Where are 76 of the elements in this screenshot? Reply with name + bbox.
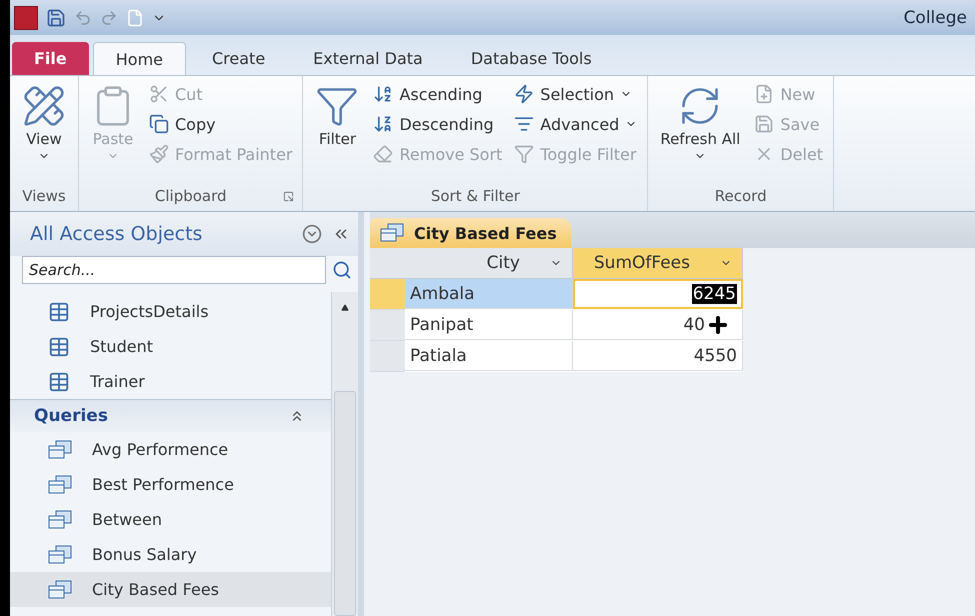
query-icon — [48, 474, 72, 494]
query-icon — [48, 440, 72, 460]
ribbon-button[interactable]: Advanced — [512, 112, 640, 136]
table-cell[interactable]: Patiala — [405, 341, 573, 371]
query-icon — [48, 580, 72, 600]
ribbon-group-label: Views — [22, 186, 66, 207]
column-header[interactable]: City — [405, 248, 573, 279]
navigation-item-label: ProjectsDetails — [90, 302, 209, 321]
ribbon-tab[interactable]: Create — [190, 42, 288, 75]
query-icon — [380, 223, 404, 243]
table-cell[interactable]: 4550 — [573, 341, 743, 371]
ribbon-tab[interactable]: External Data — [291, 42, 445, 75]
ribbon-button[interactable]: Ascending — [371, 82, 504, 106]
navigation-item-label: Avg Performence — [92, 440, 228, 459]
eraser-icon — [373, 144, 394, 164]
undo-icon[interactable] — [74, 8, 92, 26]
navigation-group-header[interactable]: Queries — [10, 399, 331, 432]
navigation-item[interactable]: Trainer — [10, 364, 331, 399]
ribbon-button[interactable]: Selection — [512, 82, 640, 106]
sort-ascending-icon — [373, 84, 394, 104]
redo-icon[interactable] — [100, 8, 118, 26]
navigation-item-label: Trainer — [90, 372, 145, 391]
query-icon — [48, 544, 72, 564]
navigation-item[interactable]: Student — [10, 329, 331, 364]
ribbon-tab[interactable]: File — [12, 42, 89, 75]
search-icon[interactable] — [332, 260, 352, 280]
table-cell[interactable]: 6245 — [573, 279, 743, 309]
scissors-icon — [149, 84, 169, 104]
scroll-thumb[interactable] — [334, 391, 356, 616]
search-field[interactable]: Search... — [22, 256, 326, 284]
document-tab[interactable]: City Based Fees — [370, 218, 571, 248]
navigation-item[interactable]: Avg Performence — [10, 432, 331, 467]
table-icon — [48, 300, 70, 322]
table-cell[interactable]: Ambala — [405, 279, 573, 309]
scroll-up-icon[interactable] — [340, 304, 350, 312]
ribbon-tab[interactable]: Home — [92, 42, 186, 75]
navigation-item[interactable]: ProjectsDetails — [10, 294, 331, 329]
navigation-item-label: Best Performence — [92, 475, 234, 494]
table-cell[interactable]: Panipat — [405, 310, 573, 340]
table-cell[interactable]: 40 — [573, 310, 743, 340]
group-label: Queries — [34, 406, 108, 426]
app-logo-icon — [14, 6, 38, 30]
ribbon-button[interactable]: Descending — [371, 112, 504, 136]
navigation-item-label: Student — [90, 337, 153, 356]
table-icon — [48, 336, 70, 358]
sort-descending-icon — [373, 114, 394, 134]
dialog-launcher-icon[interactable] — [283, 191, 294, 202]
navigation-item[interactable]: Bonus Salary — [10, 537, 331, 572]
navigation-item-label: Between — [92, 510, 162, 529]
ribbon-large-button[interactable]: View — [18, 82, 70, 183]
table-icon — [48, 370, 70, 392]
new-record-icon — [754, 84, 774, 104]
ribbon-group-label: Record — [714, 186, 767, 207]
ribbon-group-label: Clipboard — [154, 186, 227, 207]
dropdown-icon[interactable] — [302, 224, 322, 244]
ribbon-tab[interactable]: Database Tools — [448, 42, 614, 75]
window-title: College — [904, 8, 967, 28]
ribbon-large-button[interactable]: Refresh All — [656, 82, 744, 183]
navigation-item[interactable]: City Based Fees — [10, 572, 331, 607]
navigation-item[interactable]: Between — [10, 502, 331, 537]
ribbon-group-label: Sort & Filter — [430, 186, 520, 207]
ribbon-large-button[interactable]: Filter — [311, 82, 364, 183]
save-icon[interactable] — [46, 8, 66, 28]
scrollbar[interactable] — [331, 292, 358, 616]
ribbon-button[interactable]: Copy — [147, 112, 294, 136]
pencil-ruler-icon — [22, 84, 66, 128]
navigation-item[interactable]: Best Performence — [10, 467, 331, 502]
save-icon — [754, 114, 774, 134]
column-header[interactable]: SumOfFees — [573, 248, 743, 279]
query-icon — [48, 510, 72, 530]
filter-icon — [514, 144, 534, 164]
copy-icon — [149, 114, 169, 134]
navigation-item-label: City Based Fees — [92, 580, 219, 599]
paintbrush-icon — [149, 144, 169, 164]
lightning-filter-icon — [514, 84, 534, 104]
navigation-item-label: Bonus Salary — [92, 545, 197, 564]
